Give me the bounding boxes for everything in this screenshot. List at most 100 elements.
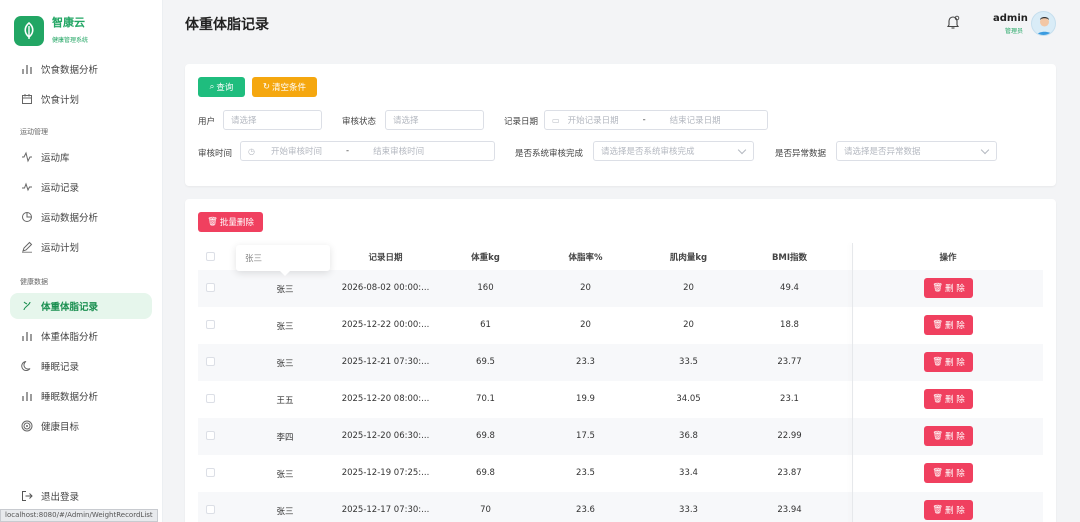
- bell-icon[interactable]: [945, 14, 961, 30]
- audit-status-label: 审核状态: [342, 117, 377, 127]
- delete-button[interactable]: 🗑 删 除: [924, 389, 973, 409]
- cell-muscle: 33.3: [679, 505, 698, 515]
- sidebar-item-health-goals[interactable]: 健康目标: [10, 413, 152, 439]
- record-date-range[interactable]: ▭ 开始记录日期 - 结束记录日期: [544, 110, 768, 130]
- audit-time-label: 审核时间: [198, 149, 233, 159]
- bar-chart-icon: [20, 329, 34, 343]
- cell-weight: 61: [480, 320, 491, 330]
- sidebar-item-exercise-plan[interactable]: 运动计划: [10, 234, 152, 260]
- header-date[interactable]: 记录日期: [343, 251, 428, 263]
- activity-icon: [20, 150, 34, 164]
- brand-name: 智康云: [52, 16, 85, 29]
- row-checkbox[interactable]: [206, 283, 215, 292]
- delete-button[interactable]: 🗑 删 除: [924, 426, 973, 446]
- cell-bodyfat: 23.5: [576, 468, 595, 478]
- table-row[interactable]: 张三 2025-12-21 07:30:... 69.5 23.3 33.5 23.77 🗑…: [198, 344, 1043, 381]
- brand-subtitle: 健康管理系统: [52, 37, 89, 44]
- logout-button[interactable]: 退出登录: [10, 484, 152, 508]
- abnormal-label: 是否异常数据: [775, 149, 827, 159]
- chevron-down-icon: [980, 145, 990, 155]
- cell-bmi: 23.87: [777, 468, 802, 478]
- sidebar-item-sleep-analysis[interactable]: 睡眠数据分析: [10, 383, 152, 409]
- user-select[interactable]: 请选择: [223, 110, 322, 130]
- cell-date: 2025-12-21 07:30:...: [341, 357, 430, 367]
- cell-muscle: 20: [683, 320, 694, 330]
- cell-date: 2025-12-20 06:30:...: [341, 431, 430, 441]
- group-label-health: 健康数据: [20, 278, 48, 286]
- sidebar: 智康云 健康管理系统 饮食数据分析 饮食计划 运动管理 运动库 运动记录 运动数…: [0, 0, 163, 522]
- pen-icon: [20, 240, 34, 254]
- header-bodyfat[interactable]: 体脂率%: [553, 251, 618, 263]
- delete-button[interactable]: 🗑 删 除: [924, 278, 973, 298]
- row-checkbox[interactable]: [206, 394, 215, 403]
- cell-date: 2025-12-19 07:25:...: [341, 468, 430, 478]
- table-row[interactable]: 张三 2025-12-22 00:00:... 61 20 20 18.8 🗑 删 除: [198, 307, 1043, 344]
- sidebar-item-diet-analysis[interactable]: 饮食数据分析: [10, 56, 152, 82]
- trash-icon: 🗑: [932, 431, 944, 441]
- calendar-icon: ▭: [552, 115, 560, 125]
- bar-chart-icon: [20, 62, 34, 76]
- row-checkbox[interactable]: [206, 320, 215, 329]
- cell-muscle: 33.4: [679, 468, 698, 478]
- system-audit-select[interactable]: 请选择是否系统审核完成: [593, 141, 754, 161]
- batch-delete-button[interactable]: 🗑 批量删除: [198, 212, 263, 232]
- trash-icon: 🗑: [932, 468, 944, 478]
- tooltip-arrow: [280, 271, 290, 276]
- target-icon: [20, 419, 34, 433]
- sidebar-item-weight-records[interactable]: 体重体脂记录: [10, 293, 152, 319]
- scale-icon: [20, 299, 34, 313]
- record-date-label: 记录日期: [504, 117, 539, 127]
- cell-weight: 160: [477, 283, 494, 293]
- abnormal-select[interactable]: 请选择是否异常数据: [836, 141, 997, 161]
- avatar[interactable]: [1031, 11, 1056, 36]
- select-all-checkbox[interactable]: [206, 252, 215, 261]
- sidebar-item-exercise-records[interactable]: 运动记录: [10, 174, 152, 200]
- cell-muscle: 20: [683, 283, 694, 293]
- table-row[interactable]: 李四 2025-12-20 06:30:... 69.8 17.5 36.8 22.99 🗑…: [198, 418, 1043, 455]
- cell-weight: 70.1: [476, 394, 495, 404]
- header-weight[interactable]: 体重kg: [453, 251, 518, 263]
- trash-icon: 🗑: [932, 320, 944, 330]
- delete-button[interactable]: 🗑 删 除: [924, 315, 973, 335]
- brand[interactable]: 智康云 健康管理系统: [14, 16, 88, 46]
- cell-user: 张三: [276, 285, 294, 295]
- bar-chart-icon: [20, 389, 34, 403]
- table-row[interactable]: 王五 2025-12-20 08:00:... 70.1 19.9 34.05 23.1 🗑…: [198, 381, 1043, 418]
- search-icon: ⌕: [209, 82, 215, 92]
- clear-filters-button[interactable]: ↻ 清空条件: [252, 77, 317, 97]
- sidebar-item-label: 睡眠记录: [41, 362, 80, 373]
- delete-button[interactable]: 🗑 删 除: [924, 500, 973, 520]
- header-muscle[interactable]: 肌肉量kg: [656, 251, 721, 263]
- table-row[interactable]: 张三 2026-08-02 00:00:... 160 20 20 49.4 🗑 删 除: [198, 270, 1043, 307]
- table-row[interactable]: 张三 2025-12-19 07:25:... 69.8 23.5 33.4 23.87 🗑…: [198, 455, 1043, 492]
- cell-bodyfat: 19.9: [576, 394, 595, 404]
- sidebar-item-label: 运动计划: [41, 243, 80, 254]
- system-audit-label: 是否系统审核完成: [515, 149, 584, 159]
- table-row[interactable]: 张三 2025-12-17 07:30:... 70 23.6 33.3 23.94 🗑 删 …: [198, 492, 1043, 522]
- header-bmi[interactable]: BMI指数: [757, 251, 822, 263]
- sidebar-item-label: 运动数据分析: [41, 213, 99, 224]
- row-checkbox[interactable]: [206, 357, 215, 366]
- delete-button[interactable]: 🗑 删 除: [924, 352, 973, 372]
- audit-time-range[interactable]: ◷ 开始审核时间 - 结束审核时间: [240, 141, 495, 161]
- query-button[interactable]: ⌕ 查询: [198, 77, 245, 97]
- sidebar-item-exercise-library[interactable]: 运动库: [10, 144, 152, 170]
- cell-bodyfat: 23.6: [576, 505, 595, 515]
- row-checkbox[interactable]: [206, 505, 215, 514]
- fixed-column-divider: [852, 243, 853, 522]
- clock-icon: ◷: [248, 146, 255, 156]
- row-checkbox[interactable]: [206, 468, 215, 477]
- trash-icon: 🗑: [207, 217, 218, 227]
- sidebar-item-weight-analysis[interactable]: 体重体脂分析: [10, 323, 152, 349]
- audit-status-select[interactable]: 请选择: [385, 110, 484, 130]
- cell-user: 张三: [276, 359, 294, 369]
- delete-button[interactable]: 🗑 删 除: [924, 463, 973, 483]
- cell-bodyfat: 20: [580, 320, 591, 330]
- cell-weight: 69.8: [476, 468, 495, 478]
- cell-bmi: 23.77: [777, 357, 802, 367]
- sidebar-item-diet-plan[interactable]: 饮食计划: [10, 86, 152, 112]
- sidebar-item-sleep-records[interactable]: 睡眠记录: [10, 353, 152, 379]
- row-checkbox[interactable]: [206, 431, 215, 440]
- sidebar-item-exercise-analysis[interactable]: 运动数据分析: [10, 204, 152, 230]
- cell-weight: 70: [480, 505, 491, 515]
